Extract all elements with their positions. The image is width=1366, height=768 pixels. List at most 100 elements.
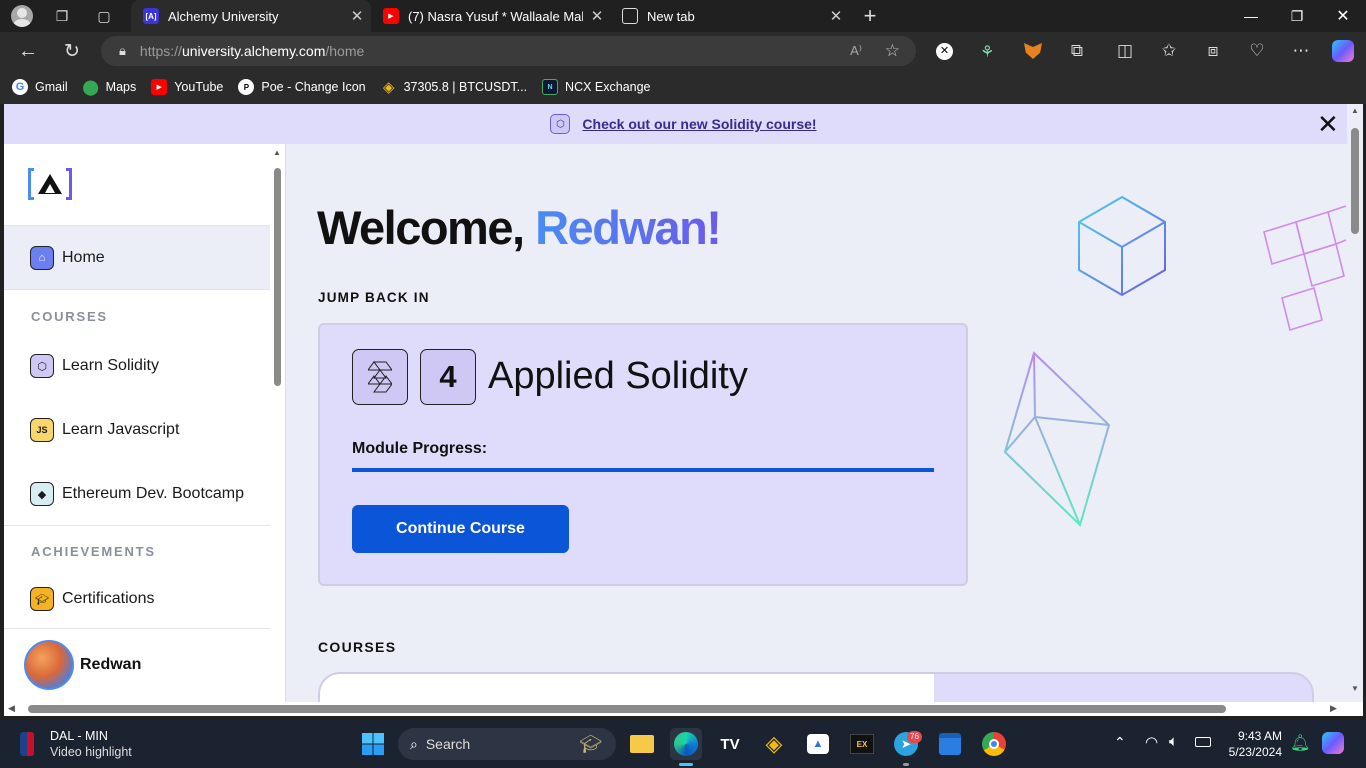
file-explorer-icon[interactable] bbox=[626, 728, 658, 760]
tab-newtab[interactable]: New tab ✕ bbox=[610, 0, 850, 32]
lock-icon[interactable]: 🔒︎ bbox=[119, 43, 126, 59]
sidebar-item-label: Certifications bbox=[62, 590, 155, 607]
sidebar-item-label: Learn Solidity bbox=[62, 357, 159, 374]
user-profile[interactable]: Redwan bbox=[24, 640, 254, 690]
binance-icon[interactable]: ◈ bbox=[758, 728, 790, 760]
read-aloud-icon[interactable]: A⁾ bbox=[850, 43, 862, 59]
extensions-icon[interactable]: ⧉ bbox=[1061, 35, 1093, 67]
copilot-icon[interactable] bbox=[1332, 40, 1354, 62]
bookmark-btcusdt[interactable]: ◈ 37305.8 | BTCUSDT... bbox=[381, 79, 527, 96]
close-window-button[interactable]: ✕ bbox=[1320, 0, 1366, 32]
notification-bell-icon[interactable]: 🔔︎ bbox=[1290, 733, 1310, 753]
chrome-icon[interactable] bbox=[978, 728, 1010, 760]
close-tab-icon[interactable]: ✕ bbox=[822, 7, 850, 25]
collections-icon[interactable]: ⧈ bbox=[1197, 35, 1229, 67]
exness-icon[interactable]: EX bbox=[846, 728, 878, 760]
javascript-icon: JS bbox=[30, 418, 54, 442]
back-button[interactable]: ← bbox=[12, 35, 44, 67]
favorites-icon[interactable]: ✩ bbox=[1153, 35, 1185, 67]
course-card[interactable]: 4 Applied Solidity Module Progress: Cont… bbox=[318, 323, 968, 586]
sidebar-divider bbox=[4, 525, 270, 526]
achievements-heading: ACHIEVEMENTS bbox=[31, 544, 156, 559]
scroll-left-arrow-icon[interactable]: ◀ bbox=[8, 703, 15, 714]
bookmark-ncx[interactable]: N NCX Exchange bbox=[542, 79, 651, 95]
taskbar-search[interactable]: ⌕ Search 🎓︎ bbox=[398, 728, 616, 760]
alchemy-logo[interactable] bbox=[28, 168, 74, 202]
sidebar-item-home[interactable]: ⌂ Home bbox=[4, 225, 270, 290]
windows-start-icon[interactable] bbox=[357, 728, 389, 760]
continue-course-button[interactable]: Continue Course bbox=[352, 505, 569, 553]
newtab-icon bbox=[622, 8, 638, 24]
xapp-extension-icon[interactable]: ✕ bbox=[936, 43, 953, 60]
scroll-thumb[interactable] bbox=[1351, 128, 1359, 234]
clock-date: 5/23/2024 bbox=[1228, 745, 1282, 759]
favorite-star-icon[interactable]: ☆ bbox=[885, 41, 900, 61]
refresh-button[interactable]: ↻ bbox=[56, 35, 88, 67]
browser-essentials-icon[interactable]: ♡ bbox=[1241, 35, 1273, 67]
courses-heading: COURSES bbox=[31, 309, 108, 324]
sidebar-item-ethereum-bootcamp[interactable]: ◆ Ethereum Dev. Bootcamp bbox=[4, 476, 270, 512]
courses-card-preview[interactable] bbox=[318, 672, 1314, 702]
workspaces-icon[interactable]: ❐ bbox=[46, 0, 78, 32]
split-screen-icon[interactable]: ◫ bbox=[1109, 35, 1141, 67]
volume-icon[interactable]: 🔈︎ bbox=[1169, 733, 1178, 750]
sidebar-item-learn-javascript[interactable]: JS Learn Javascript bbox=[4, 412, 270, 448]
leaf-extension-icon[interactable]: ⚘ bbox=[980, 42, 998, 61]
wifi-icon[interactable]: ◠ bbox=[1145, 733, 1158, 751]
weather-widget[interactable]: DAL - MIN Video highlight bbox=[20, 728, 132, 760]
minimize-button[interactable]: — bbox=[1228, 0, 1274, 32]
onedrive-photos-icon[interactable]: ▲ bbox=[802, 728, 834, 760]
scroll-up-arrow-icon[interactable]: ▲ bbox=[1351, 106, 1359, 115]
bookmark-maps[interactable]: ⬤ Maps bbox=[82, 79, 136, 96]
page-scrollbar[interactable]: ▲ ▼ bbox=[1347, 104, 1363, 702]
copilot-taskbar-icon[interactable] bbox=[1322, 732, 1344, 754]
sidebar-scrollbar[interactable]: ▲ bbox=[270, 144, 285, 702]
restore-button[interactable]: ❐ bbox=[1274, 0, 1320, 32]
sidebar-item-label: Home bbox=[62, 248, 105, 266]
scroll-thumb[interactable] bbox=[28, 705, 1226, 713]
jump-back-heading: JUMP BACK IN bbox=[318, 290, 430, 305]
alchemy-a-icon bbox=[38, 174, 62, 194]
youtube-icon: ▶ bbox=[151, 79, 168, 95]
tab-actions-icon[interactable]: ▢ bbox=[88, 0, 120, 32]
tradingview-icon[interactable]: TV bbox=[714, 728, 746, 760]
welcome-prefix: Welcome, bbox=[317, 201, 536, 254]
close-tab-icon[interactable]: ✕ bbox=[343, 7, 371, 25]
bookmark-youtube[interactable]: ▶ YouTube bbox=[151, 79, 223, 95]
clock[interactable]: 9:43 AM 5/23/2024 bbox=[1226, 728, 1282, 760]
tab-alchemy[interactable]: [A] Alchemy University ✕ bbox=[131, 0, 371, 32]
main-content: Welcome, Redwan! JUMP BACK IN 4 Applied … bbox=[286, 144, 1346, 702]
address-bar[interactable]: 🔒︎ https://university.alchemy.com/home A… bbox=[101, 36, 916, 66]
close-tab-icon[interactable]: ✕ bbox=[583, 7, 611, 25]
courses-heading: COURSES bbox=[318, 639, 397, 655]
telegram-badge: 76 bbox=[907, 731, 922, 743]
ncx-icon: N bbox=[542, 79, 559, 95]
show-hidden-icons-icon[interactable]: ⌃ bbox=[1114, 734, 1126, 751]
bookmark-gmail[interactable]: G Gmail bbox=[12, 79, 68, 95]
nba-icon bbox=[20, 732, 34, 756]
progress-fill bbox=[352, 468, 934, 472]
tab-youtube[interactable]: ▶ (7) Nasra Yusuf * Wallaale Mala k ✕ bbox=[371, 0, 611, 32]
new-tab-button[interactable]: + bbox=[854, 0, 886, 32]
battery-icon[interactable] bbox=[1195, 737, 1211, 747]
solidity-course-link[interactable]: Check out our new Solidity course! bbox=[582, 116, 816, 132]
bookmark-poe[interactable]: P Poe - Change Icon bbox=[238, 79, 366, 95]
profile-avatar-icon[interactable] bbox=[11, 5, 33, 27]
scroll-thumb[interactable] bbox=[274, 168, 281, 386]
settings-more-icon[interactable]: ⋯ bbox=[1285, 35, 1317, 67]
close-banner-icon[interactable]: ✕ bbox=[1317, 111, 1339, 137]
squares-decoration bbox=[1263, 205, 1346, 332]
horizontal-scrollbar[interactable]: ◀ ▶ bbox=[4, 702, 1363, 716]
store-app-icon[interactable] bbox=[934, 728, 966, 760]
sidebar-item-certifications[interactable]: 🎓︎ Certifications bbox=[4, 581, 270, 617]
crystal-decoration bbox=[1003, 351, 1111, 527]
search-placeholder: Search bbox=[425, 736, 471, 752]
scroll-up-arrow-icon[interactable]: ▲ bbox=[273, 148, 281, 157]
edge-icon[interactable] bbox=[670, 728, 702, 760]
bookmarks-bar: G Gmail ⬤ Maps ▶ YouTube P Poe - Change Icon… bbox=[0, 70, 1366, 104]
scroll-down-arrow-icon[interactable]: ▼ bbox=[1351, 684, 1359, 693]
logo-bracket-right bbox=[66, 168, 72, 200]
solidity-icon bbox=[352, 349, 408, 405]
sidebar-item-learn-solidity[interactable]: ⬡ Learn Solidity bbox=[4, 348, 270, 384]
scroll-right-arrow-icon[interactable]: ▶ bbox=[1330, 703, 1337, 714]
